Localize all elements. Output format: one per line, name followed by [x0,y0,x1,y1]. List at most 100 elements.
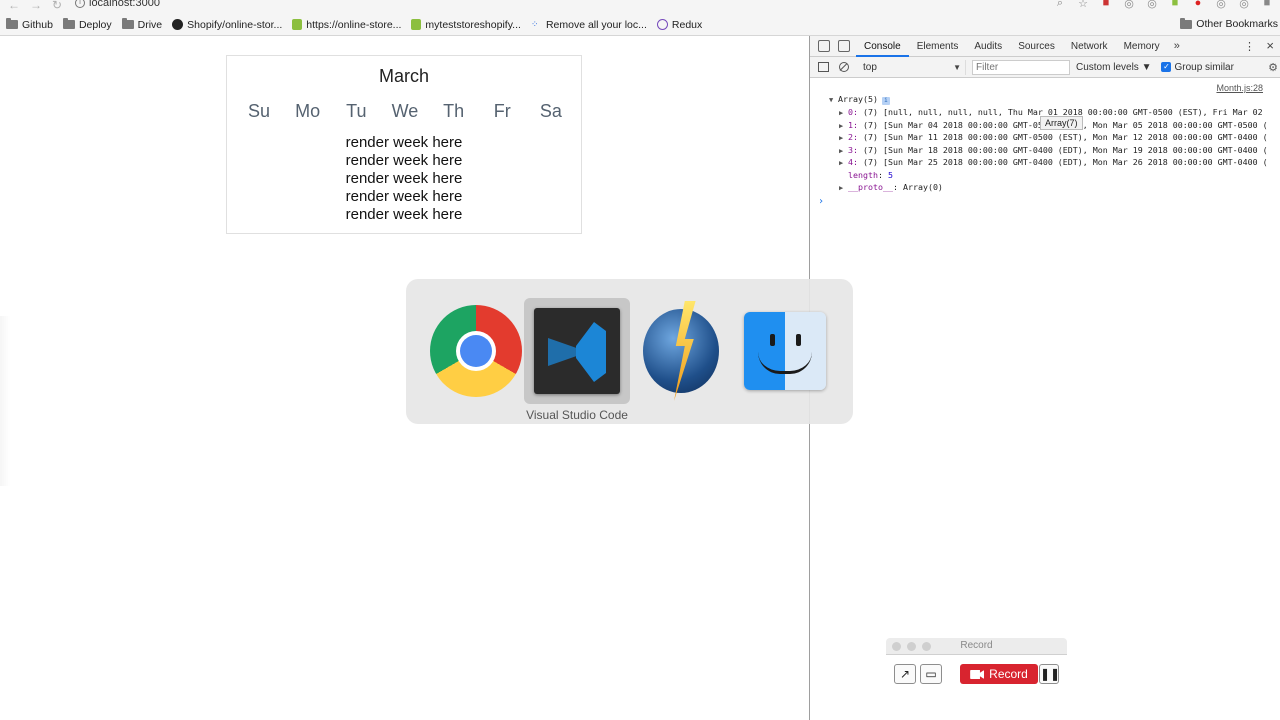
week-row: render week here [345,206,463,223]
collapsed-triangle-icon[interactable]: ▶ [839,184,848,192]
app-reeder[interactable] [628,298,734,404]
app-finder[interactable] [732,298,838,404]
bookmark-online-store[interactable]: https://online-store... [292,19,401,31]
shopify-extension-icon[interactable]: ■ [1168,0,1182,10]
log-entry[interactable]: ▼ Array(5) i [829,94,890,105]
extension-icons: ⌕ ☆ ■ ◎ ◎ ■ ● ◎ ◎ ■ [1053,0,1274,10]
star-icon[interactable]: ☆ [1076,0,1090,10]
bookmark-label: https://online-store... [306,18,402,31]
app-chrome[interactable] [423,298,529,404]
kebab-menu-icon[interactable]: ⋮ [1244,40,1255,53]
weekday-label: Mo [295,101,321,121]
folder-icon [6,18,18,29]
bookmark-redux[interactable]: Redux [656,19,702,31]
other-bookmarks[interactable]: Other Bookmarks [1180,17,1278,30]
row-index: 1: [848,119,858,130]
checkbox-checked-icon[interactable]: ✓ [1161,62,1172,72]
extension-icon[interactable]: ■ [1099,0,1113,10]
url-field[interactable]: i localhost:3000 [75,0,160,9]
weekday-label: Su [247,101,271,121]
reload-icon[interactable]: ↻ [52,0,62,12]
back-icon[interactable]: ← [8,0,20,12]
more-tabs-icon[interactable]: » [1168,40,1186,52]
proto-row[interactable]: ▶ __proto__: Array(0) [839,182,943,192]
address-bar: ← → ↻ i localhost:3000 ⌕ ☆ ■ ◎ ◎ ■ ● ◎ ◎… [0,0,1280,14]
site-info-icon[interactable]: i [75,0,85,8]
collapsed-triangle-icon[interactable]: ▶ [839,134,848,142]
close-icon[interactable]: × [1266,38,1274,53]
context-select[interactable]: top ▼ [860,59,966,75]
tab-network[interactable]: Network [1063,36,1116,57]
bookmark-test-store[interactable]: myteststoreshopify... [411,19,521,31]
length-property: length: 5 [848,169,893,180]
tab-sources[interactable]: Sources [1010,36,1063,57]
github-icon [172,19,184,30]
shopify-icon [292,19,303,30]
array-row[interactable]: ▶ 2: (7) [Sun Mar 11 2018 00:00:00 GMT-05… [839,132,1268,142]
bookmark-github[interactable]: Github [6,18,53,31]
collapsed-triangle-icon[interactable]: ▶ [839,159,848,167]
calendar-weeks: render week here render week here render… [227,134,581,224]
console-output: Month.js:28 ▼ Array(5) i ▶ 0: (7) [null, nu… [810,78,1280,720]
collapsed-triangle-icon[interactable]: ▶ [839,109,848,117]
group-similar-toggle[interactable]: ✓ Group similar [1161,61,1234,73]
pause-icon[interactable]: ❚❚ [1039,664,1060,684]
log-levels-dropdown[interactable]: Custom levels ▼ [1076,62,1151,73]
folder-icon [1180,17,1193,29]
bookmark-label: myteststoreshopify... [425,18,521,31]
record-label: Record [989,667,1028,681]
console-toolbar: top ▼ Custom levels ▼ ✓ Group similar ⚙ [810,57,1280,78]
tab-console[interactable]: Console [856,36,909,57]
bookmark-shopify-repo[interactable]: Shopify/online-stor... [172,19,282,31]
array-row[interactable]: ▶ 4: (7) [Sun Mar 25 2018 00:00:00 GMT-04… [839,157,1268,167]
console-prompt-icon[interactable]: › [818,196,824,207]
gear-icon[interactable]: ⚙ [1268,61,1278,74]
filter-input[interactable] [972,59,1070,75]
extension-icon[interactable]: ◎ [1145,0,1159,10]
app-vscode[interactable] [524,298,630,404]
screen-area-icon[interactable]: ▭ [920,664,942,684]
bookmark-deploy[interactable]: Deploy [62,18,112,31]
clear-console-icon[interactable] [839,62,849,72]
bookmark-drive[interactable]: Drive [121,18,162,31]
edge-shadow [0,316,10,486]
context-value: top [863,61,877,73]
source-link[interactable]: Month.js:28 [1216,83,1263,93]
collapsed-triangle-icon[interactable]: ▶ [839,147,848,155]
arrow-icon[interactable]: ↗ [894,664,916,684]
app-switcher: Visual Studio Code [406,279,853,424]
chevron-down-icon: ▼ [953,62,961,72]
forward-icon[interactable]: → [30,0,42,12]
opera-icon[interactable]: ● [1191,0,1205,10]
extension-icon[interactable]: ◎ [1122,0,1136,10]
tab-elements[interactable]: Elements [909,36,967,57]
bookmark-remove-all[interactable]: ⁘ Remove all your loc... [531,19,647,31]
weekday-label: Tu [346,101,367,121]
bookmark-label: Deploy [78,18,112,31]
row-index: 2: [848,132,858,142]
tab-memory[interactable]: Memory [1116,36,1168,57]
record-button[interactable]: Record [960,664,1038,684]
length-key: length [848,169,878,180]
chrome-icon [430,305,522,397]
recorder-title: Record [960,640,993,651]
expanded-triangle-icon[interactable]: ▼ [829,96,838,104]
extension-icon[interactable]: ■ [1260,0,1274,10]
extension-icon[interactable]: ◎ [1237,0,1251,10]
tab-audits[interactable]: Audits [966,36,1010,57]
row-index: 4: [848,157,858,167]
array-row[interactable]: ▶ 3: (7) [Sun Mar 18 2018 00:00:00 GMT-04… [839,145,1268,155]
folder-icon [121,18,134,29]
group-similar-label: Group similar [1174,61,1234,73]
device-toolbar-icon[interactable] [838,40,850,52]
devtools-tabbar: Console Elements Audits Sources Network … [810,36,1280,57]
inspect-element-icon[interactable] [818,40,830,52]
vscode-icon [534,308,620,394]
sidebar-toggle-icon[interactable] [818,62,829,72]
row-index: 3: [848,144,858,155]
proto-key: __proto__ [848,182,893,192]
extension-icon[interactable]: ◎ [1214,0,1228,10]
zoom-icon[interactable]: ⌕ [1053,0,1067,10]
row-value: (7) [Sun Mar 11 2018 00:00:00 GMT-0500 (… [863,132,1268,142]
collapsed-triangle-icon[interactable]: ▶ [839,122,848,130]
